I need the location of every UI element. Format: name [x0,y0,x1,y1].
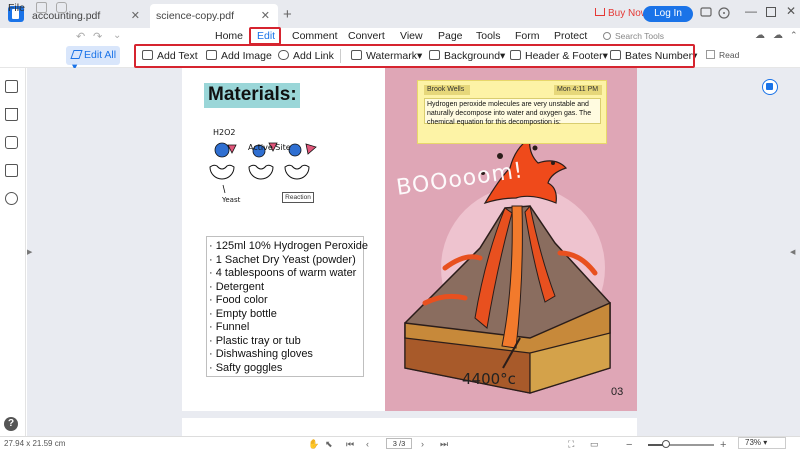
page-number-input[interactable]: 3 /3 [386,438,412,449]
list-item: · Funnel [209,321,250,333]
redo-icon[interactable]: ↷ [93,30,102,43]
cart-icon [595,8,605,16]
close-window-icon[interactable]: ✕ [786,4,798,18]
zoom-value: 73% [745,438,762,447]
zoom-level-select[interactable]: 73% ▾ [738,437,786,449]
menu-home[interactable]: Home [215,30,243,42]
comment-panel-icon[interactable] [5,136,18,149]
bookmark-icon[interactable] [5,108,18,121]
fit-page-icon[interactable]: ⛶ [568,439,574,450]
cloud-upload-icon[interactable]: ☁ [755,30,765,41]
materials-list[interactable]: · 125ml 10% Hydrogen Peroxide · 1 Sachet… [206,236,368,377]
search-placeholder: Search Tools [615,31,664,41]
save-icon[interactable] [36,2,47,13]
temperature-label: 4400°c [462,370,516,388]
edit-all-label: Edit All [84,49,117,61]
close-tab-icon[interactable]: ✕ [261,9,270,22]
list-item: · 1 Sachet Dry Yeast (powder) [209,253,356,266]
attachment-icon[interactable] [5,164,18,177]
note-author: Brook Wells [424,85,470,95]
previous-page-icon[interactable]: ‹ [366,439,369,449]
last-page-icon[interactable]: ⏭ [440,439,448,450]
list-item: · Food color [209,294,268,306]
menu-page[interactable]: Page [438,30,463,42]
edit-menu-highlight [249,27,281,45]
page-dimensions: 27.94 x 21.59 cm [4,439,66,448]
minimize-icon[interactable]: — [745,4,757,18]
note-timestamp: Mon 4:11 PM [554,85,602,95]
undo-icon[interactable]: ↶ [76,30,85,43]
new-tab-icon[interactable]: + [283,6,292,23]
cloud-download-icon[interactable]: ☁ [773,30,783,41]
toolbar-highlight [134,44,695,68]
next-page-icon[interactable]: › [421,439,424,449]
buy-now-link[interactable]: Buy Now [595,8,648,19]
close-tab-icon[interactable]: ✕ [131,9,140,22]
select-tool-icon[interactable]: ⬉ [325,439,333,450]
zoom-out-icon[interactable]: − [626,439,632,451]
tab-science-copy[interactable]: science-copy.pdf ✕ [150,4,278,28]
pdf-next-page[interactable] [182,418,637,436]
message-icon[interactable] [700,7,712,19]
maximize-icon[interactable] [766,7,776,17]
menu-form[interactable]: Form [515,30,540,42]
help-icon[interactable]: ? [4,417,18,431]
list-item: · Dishwashing gloves [209,348,313,360]
list-item: · Detergent [209,280,265,293]
search-panel-icon[interactable] [5,192,18,205]
zoom-in-icon[interactable]: + [720,439,726,451]
pen-icon [70,50,83,59]
menu-tools[interactable]: Tools [476,30,501,42]
left-sidebar [0,68,26,436]
zoom-slider-thumb[interactable] [661,440,670,448]
buy-now-label: Buy Now [608,8,649,19]
list-item: · 4 tablespoons of warm water [209,267,357,279]
first-page-icon[interactable]: ⏮ [346,439,354,450]
page-number: 03 [611,386,624,398]
menu-view[interactable]: View [400,30,423,42]
h2o2-label: H2O2 [213,128,236,137]
materials-heading[interactable]: Materials: [204,83,300,108]
zoom-slider[interactable] [648,444,714,446]
edit-all-button[interactable]: Edit All ▾ [66,46,120,73]
note-text[interactable]: Hydrogen peroxide molecules are very uns… [424,98,601,126]
menu-protect[interactable]: Protect [554,30,587,42]
search-icon [603,32,611,40]
file-menu[interactable]: File [8,2,25,14]
list-item: · Empty bottle [209,307,277,320]
read-mode-toggle[interactable]: Read [706,50,739,60]
active-site-label: Active Site [248,143,291,152]
list-item: · Plastic tray or tub [209,334,301,347]
list-item: · 125ml 10% Hydrogen Peroxide [209,240,368,252]
collapse-right-icon[interactable]: ◀ [790,248,795,256]
read-checkbox[interactable] [706,50,715,59]
page-layout-icon[interactable]: ▭ [590,439,599,450]
convert-floating-icon[interactable] [762,79,778,95]
menu-comment[interactable]: Comment [292,30,338,42]
menu-convert[interactable]: Convert [348,30,385,42]
read-label: Read [719,50,740,60]
sticky-note-comment[interactable]: Brook Wells Mon 4:11 PM Hydrogen peroxid… [417,80,607,144]
list-item: · Safty goggles [209,361,283,374]
collapse-left-icon[interactable]: ▶ [27,248,32,256]
login-button[interactable]: Log In [643,6,693,22]
yeast-label: Yeast [222,196,241,204]
tab-label: science-copy.pdf [156,10,235,22]
dropdown-icon[interactable]: ⌄ [113,30,121,41]
search-tools-input[interactable]: Search Tools [603,31,664,41]
hand-tool-icon[interactable]: ✋ [308,439,319,450]
reaction-label: Reaction [282,192,314,203]
more-menu-icon[interactable] [718,7,730,19]
collapse-ribbon-icon[interactable]: ⌃ [790,30,798,41]
print-icon[interactable] [56,2,67,13]
thumbnails-icon[interactable] [5,80,18,93]
